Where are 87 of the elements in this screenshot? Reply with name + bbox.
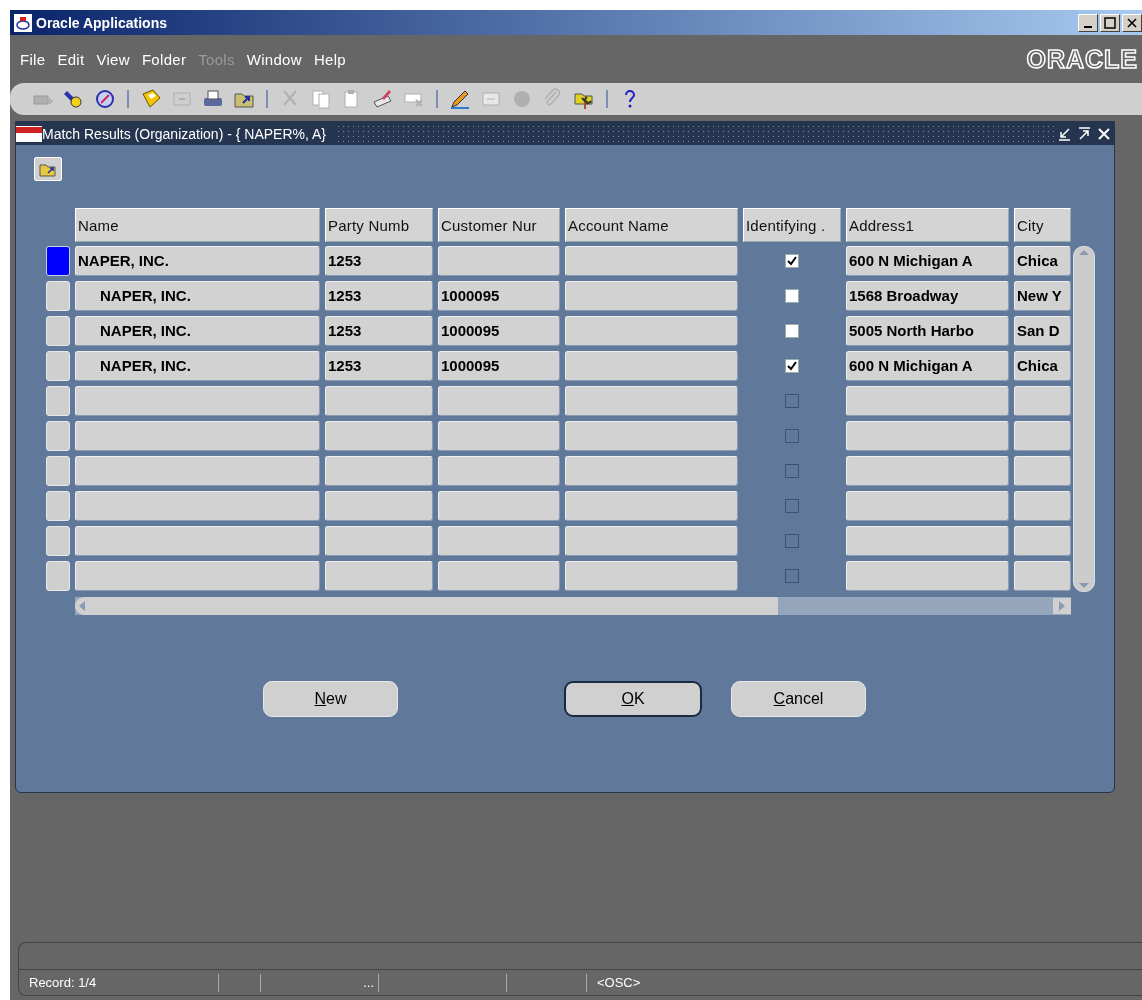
table-cell: 1568 Broadway: [846, 280, 1009, 311]
checkbox[interactable]: [785, 358, 799, 373]
menu-item[interactable]: File: [20, 50, 46, 68]
column-header[interactable]: Customer Nur: [438, 208, 560, 242]
scroll-down-icon[interactable]: [1078, 581, 1090, 591]
checkbox[interactable]: [785, 428, 799, 443]
checkbox[interactable]: [785, 568, 799, 583]
close-button[interactable]: [1122, 13, 1142, 32]
menu-item[interactable]: Folder: [141, 50, 187, 68]
record-count: Record: 1/4: [28, 975, 97, 990]
table-cell: NAPER, INC.: [75, 245, 320, 276]
row-selector[interactable]: [46, 350, 70, 381]
row-selector[interactable]: [46, 525, 70, 556]
open-folder-button[interactable]: [34, 157, 62, 181]
table-cell: 600 N Michigan A: [846, 350, 1009, 381]
push-button[interactable]: OK: [564, 681, 702, 717]
scroll-right-icon[interactable]: [1053, 598, 1071, 614]
table-cell: 1000095: [438, 315, 560, 346]
table-cell: [1014, 455, 1071, 486]
close-icon: [1127, 17, 1137, 28]
row-selector[interactable]: [46, 245, 70, 276]
table-cell: [1014, 525, 1071, 556]
horizontal-scrollbar[interactable]: [75, 597, 1071, 615]
maximize-button[interactable]: [1100, 13, 1120, 32]
column-header[interactable]: Name: [75, 208, 320, 242]
table-cell: NAPER, INC.: [75, 350, 320, 381]
menu-item[interactable]: View: [96, 50, 130, 68]
column-header[interactable]: Identifying .: [743, 208, 841, 242]
checkbox[interactable]: [785, 393, 799, 408]
table-cell: [1014, 560, 1071, 591]
maximize-icon: [1104, 16, 1116, 29]
column-header[interactable]: Party Numb: [325, 208, 433, 242]
check-icon: [787, 360, 797, 371]
table-cell: NAPER, INC.: [75, 315, 320, 346]
row-selector[interactable]: [46, 315, 70, 346]
mode-indicator: <OSC>: [596, 975, 641, 990]
check-icon: [787, 255, 797, 266]
push-button[interactable]: Cancel: [731, 681, 866, 717]
scroll-up-icon[interactable]: [1078, 247, 1090, 257]
table-cell: New Y: [1014, 280, 1071, 311]
row-selector[interactable]: [46, 280, 70, 311]
checkbox[interactable]: [785, 498, 799, 513]
menu-item[interactable]: Edit: [57, 50, 85, 68]
row-selector[interactable]: [46, 385, 70, 416]
folder-icon: [39, 161, 57, 177]
column-header[interactable]: Address1: [846, 208, 1009, 242]
push-button[interactable]: New: [263, 681, 398, 717]
app-icon: [14, 13, 32, 32]
checkbox[interactable]: [785, 463, 799, 478]
row-selector[interactable]: [46, 560, 70, 591]
vertical-scrollbar[interactable]: [1073, 246, 1095, 592]
table-cell: San D: [1014, 315, 1071, 346]
table-cell: Chica: [1014, 350, 1071, 381]
checkbox[interactable]: [785, 323, 799, 338]
maximize-icon: [1077, 126, 1091, 141]
menu-item[interactable]: Window: [246, 50, 302, 68]
row-selector[interactable]: [46, 455, 70, 486]
table-cell: 1000095: [438, 350, 560, 381]
table-cell: 5005 North Harbo: [846, 315, 1009, 346]
checkbox[interactable]: [785, 288, 799, 303]
column-header[interactable]: Account Name: [565, 208, 738, 242]
checkbox[interactable]: [785, 533, 799, 548]
table-cell: [1014, 420, 1071, 451]
table-cell: 600 N Michigan A: [846, 245, 1009, 276]
table-cell: 1253: [325, 350, 433, 381]
menu-item[interactable]: Help: [313, 50, 346, 68]
logo: ORACLE: [1026, 44, 1138, 74]
table-cell: [1014, 490, 1071, 521]
row-selector[interactable]: [46, 490, 70, 521]
close-icon: [1097, 126, 1111, 141]
window-title: Oracle Applications: [36, 14, 168, 31]
table-cell: 1000095: [438, 280, 560, 311]
minimize-icon: [1084, 25, 1092, 28]
minimize-icon: [1057, 126, 1071, 141]
table-cell: NAPER, INC.: [75, 280, 320, 311]
table-cell: 1253: [325, 315, 433, 346]
status-ellipsis: ...: [362, 975, 374, 990]
table-cell: Chica: [1014, 245, 1071, 276]
dialog-title: Match Results (Organization) - { NAPER%, A}: [42, 125, 336, 142]
table-cell: 1253: [325, 280, 433, 311]
checkbox[interactable]: [785, 253, 799, 268]
minimize-button[interactable]: [1078, 13, 1098, 32]
table-cell: [1014, 385, 1071, 416]
table-cell: 1253: [325, 245, 433, 276]
row-selector[interactable]: [46, 420, 70, 451]
column-header[interactable]: City: [1014, 208, 1071, 242]
app-icon: [16, 125, 42, 142]
